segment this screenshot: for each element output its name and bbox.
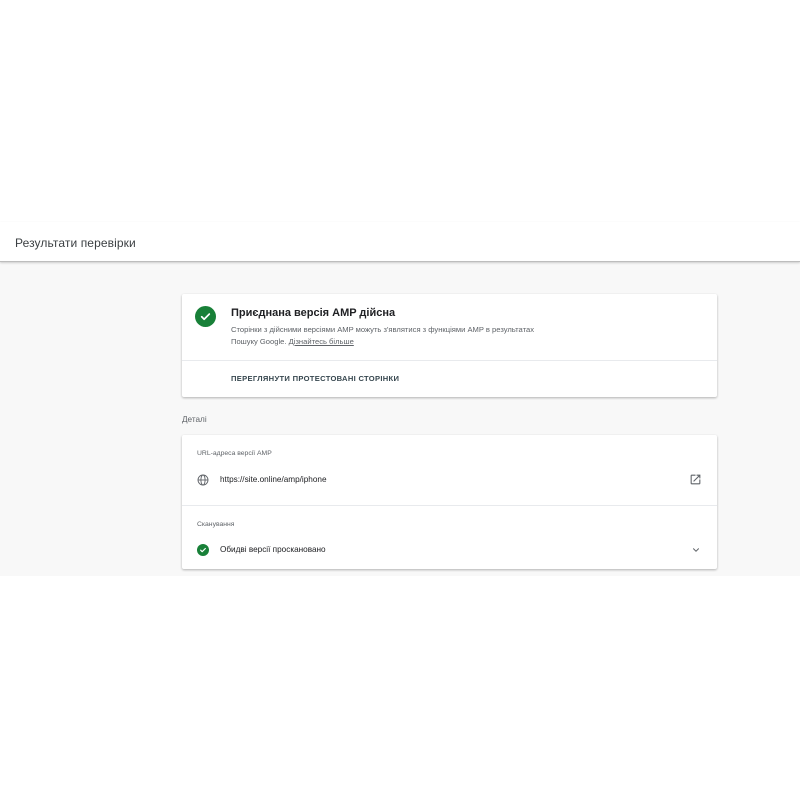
status-description: Сторінки з дійсними версіями AMP можуть …	[231, 324, 561, 348]
globe-icon	[197, 474, 209, 486]
details-heading: Деталі	[182, 415, 207, 424]
crawl-label: Сканування	[197, 521, 235, 528]
header: Результати перевірки	[0, 222, 800, 262]
divider	[182, 505, 717, 506]
status-description-text: Сторінки з дійсними версіями AMP можуть …	[231, 325, 534, 346]
amp-url-label: URL-адреса версії AMP	[197, 450, 272, 457]
details-card: URL-адреса версії AMP https://site.onlin…	[182, 435, 717, 569]
chevron-down-icon[interactable]	[691, 545, 701, 555]
learn-more-link[interactable]: Дізнайтесь більше	[289, 337, 354, 346]
status-title: Приєднана версія AMP дійсна	[231, 307, 396, 319]
status-card: Приєднана версія AMP дійсна Сторінки з д…	[182, 294, 717, 397]
check-circle-icon	[197, 544, 209, 556]
view-tested-pages-button[interactable]: ПЕРЕГЛЯНУТИ ПРОТЕСТОВАНІ СТОРІНКИ	[231, 374, 399, 383]
amp-url-value: https://site.online/amp/iphone	[220, 475, 327, 484]
check-circle-icon	[195, 306, 216, 327]
page-title: Результати перевірки	[15, 236, 136, 250]
main-content: Приєднана версія AMP дійсна Сторінки з д…	[0, 262, 800, 576]
open-in-new-icon[interactable]	[689, 473, 702, 486]
divider	[182, 360, 717, 361]
crawl-status-value: Обидві версії проскановано	[220, 545, 326, 554]
page: Результати перевірки Приєднана версія AM…	[0, 0, 800, 800]
